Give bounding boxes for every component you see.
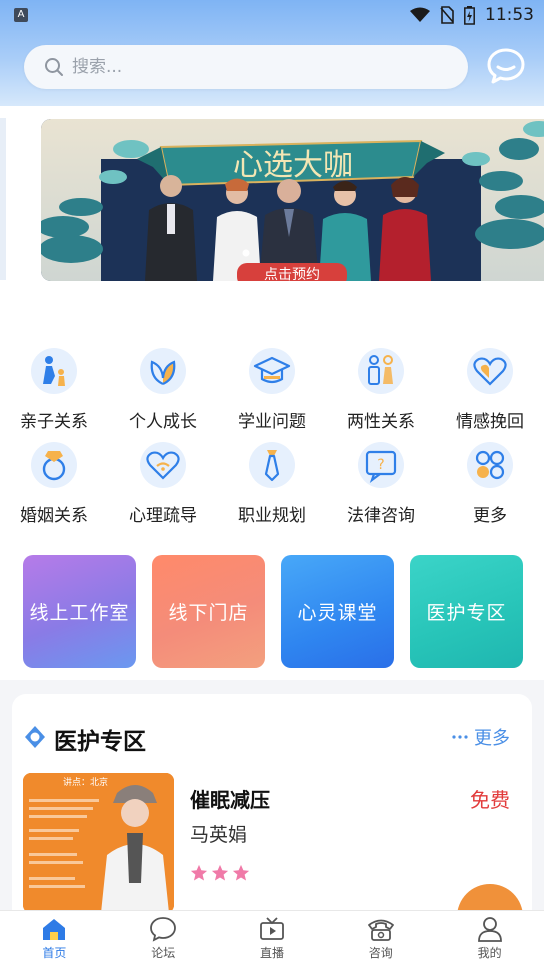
nav-live[interactable]: 直播 — [218, 911, 327, 968]
star-icon — [190, 864, 208, 881]
nav-home[interactable]: 首页 — [0, 911, 109, 968]
droplet-icon — [25, 726, 45, 748]
promo-banner[interactable]: 心选大咖 点击预约 — [41, 119, 544, 281]
category-more[interactable]: 更多 — [440, 442, 540, 526]
forum-bubble-icon — [150, 917, 177, 942]
category-academic[interactable]: 学业问题 — [222, 348, 322, 432]
heart-chat-icon — [140, 442, 186, 488]
banner-cta[interactable]: 点击预约 — [264, 267, 320, 281]
section-title: 医护专区 — [54, 729, 146, 755]
parent-child-icon — [31, 348, 77, 394]
card-label: 心灵课堂 — [297, 602, 378, 624]
no-sim-icon — [440, 6, 454, 24]
status-time: 11:53 — [485, 5, 534, 25]
profile-icon — [477, 917, 502, 942]
couple-icon — [358, 348, 404, 394]
category-label: 心理疏导 — [129, 506, 197, 526]
course-title[interactable]: 催眠减压 — [190, 784, 270, 813]
category-label: 情感挽回 — [456, 412, 524, 432]
tv-icon — [260, 917, 284, 940]
online-studio-card[interactable]: 线上工作室 — [23, 555, 136, 668]
phone-icon — [367, 919, 394, 941]
banner-pager-dot — [242, 249, 250, 257]
mind-class-card[interactable]: 心灵课堂 — [281, 555, 394, 668]
category-parent-child[interactable]: 亲子关系 — [4, 348, 104, 432]
more-dots-icon — [452, 735, 468, 739]
course-image-tag: 讲点：北京 — [63, 776, 108, 788]
leaf-growth-icon — [140, 348, 186, 394]
category-label: 个人成长 — [129, 412, 197, 432]
star-icon — [211, 864, 229, 881]
grid-more-icon — [467, 442, 513, 488]
svg-text:?: ? — [377, 457, 384, 473]
category-label: 婚姻关系 — [20, 506, 88, 526]
more-label: 更多 — [474, 728, 510, 749]
hearts-icon — [467, 348, 513, 394]
question-bubble-icon: ? — [358, 442, 404, 488]
course-teacher: 马英娟 — [190, 824, 248, 846]
category-label: 亲子关系 — [20, 412, 88, 432]
course-price: 免费 — [470, 788, 510, 812]
home-icon — [43, 919, 66, 940]
category-emotion-recovery[interactable]: 情感挽回 — [440, 348, 540, 432]
nav-label: 我的 — [477, 946, 502, 960]
graduation-cap-icon — [249, 348, 295, 394]
feature-cards: 线上工作室 线下门店 心灵课堂 医护专区 — [0, 555, 544, 669]
banner-artwork: 心选大咖 点击预约 — [41, 119, 544, 281]
category-gender-relations[interactable]: 两性关系 — [331, 348, 431, 432]
card-label: 医护专区 — [426, 602, 507, 624]
ring-icon — [31, 442, 77, 488]
category-label: 两性关系 — [347, 412, 415, 432]
banner-headline: 心选大咖 — [233, 148, 353, 183]
message-bubble-icon[interactable] — [486, 46, 526, 86]
category-career[interactable]: 职业规划 — [222, 442, 322, 526]
search-input[interactable] — [72, 57, 432, 77]
banner-prev-peek[interactable] — [0, 118, 6, 280]
course-thumbnail[interactable]: 讲点：北京 — [23, 773, 174, 913]
category-personal-growth[interactable]: 个人成长 — [113, 348, 213, 432]
wifi-icon — [410, 7, 430, 22]
offline-store-card[interactable]: 线下门店 — [152, 555, 265, 668]
medical-zone-card[interactable]: 医护专区 — [410, 555, 523, 668]
header: A 11:53 — [0, 0, 544, 106]
search-bar[interactable] — [24, 45, 468, 89]
star-icon — [232, 864, 250, 881]
nav-consult[interactable]: 咨询 — [326, 911, 435, 968]
more-link[interactable]: 更多 — [452, 724, 510, 750]
tie-icon — [249, 442, 295, 488]
battery-icon — [464, 5, 475, 25]
nav-label: 首页 — [42, 946, 67, 960]
category-label: 职业规划 — [238, 506, 306, 526]
nav-profile[interactable]: 我的 — [435, 911, 544, 968]
bottom-nav: 首页 论坛 直播 咨询 我的 — [0, 910, 544, 968]
card-label: 线上工作室 — [29, 602, 130, 624]
rating-stars — [190, 864, 250, 882]
status-bar: A 11:53 — [0, 0, 544, 30]
nav-label: 直播 — [259, 946, 284, 960]
category-marriage[interactable]: 婚姻关系 — [4, 442, 104, 526]
status-icons: 11:53 — [410, 4, 534, 26]
search-icon — [45, 58, 63, 76]
category-label: 更多 — [473, 506, 507, 526]
category-counseling[interactable]: 心理疏导 — [113, 442, 213, 526]
app-notification-icon: A — [14, 8, 28, 22]
category-legal[interactable]: ? 法律咨询 — [331, 442, 431, 526]
category-label: 法律咨询 — [347, 506, 415, 526]
nav-label: 咨询 — [368, 946, 393, 960]
category-label: 学业问题 — [238, 412, 306, 432]
nav-label: 论坛 — [151, 946, 176, 960]
nav-forum[interactable]: 论坛 — [109, 911, 218, 968]
card-label: 线下门店 — [168, 602, 249, 624]
